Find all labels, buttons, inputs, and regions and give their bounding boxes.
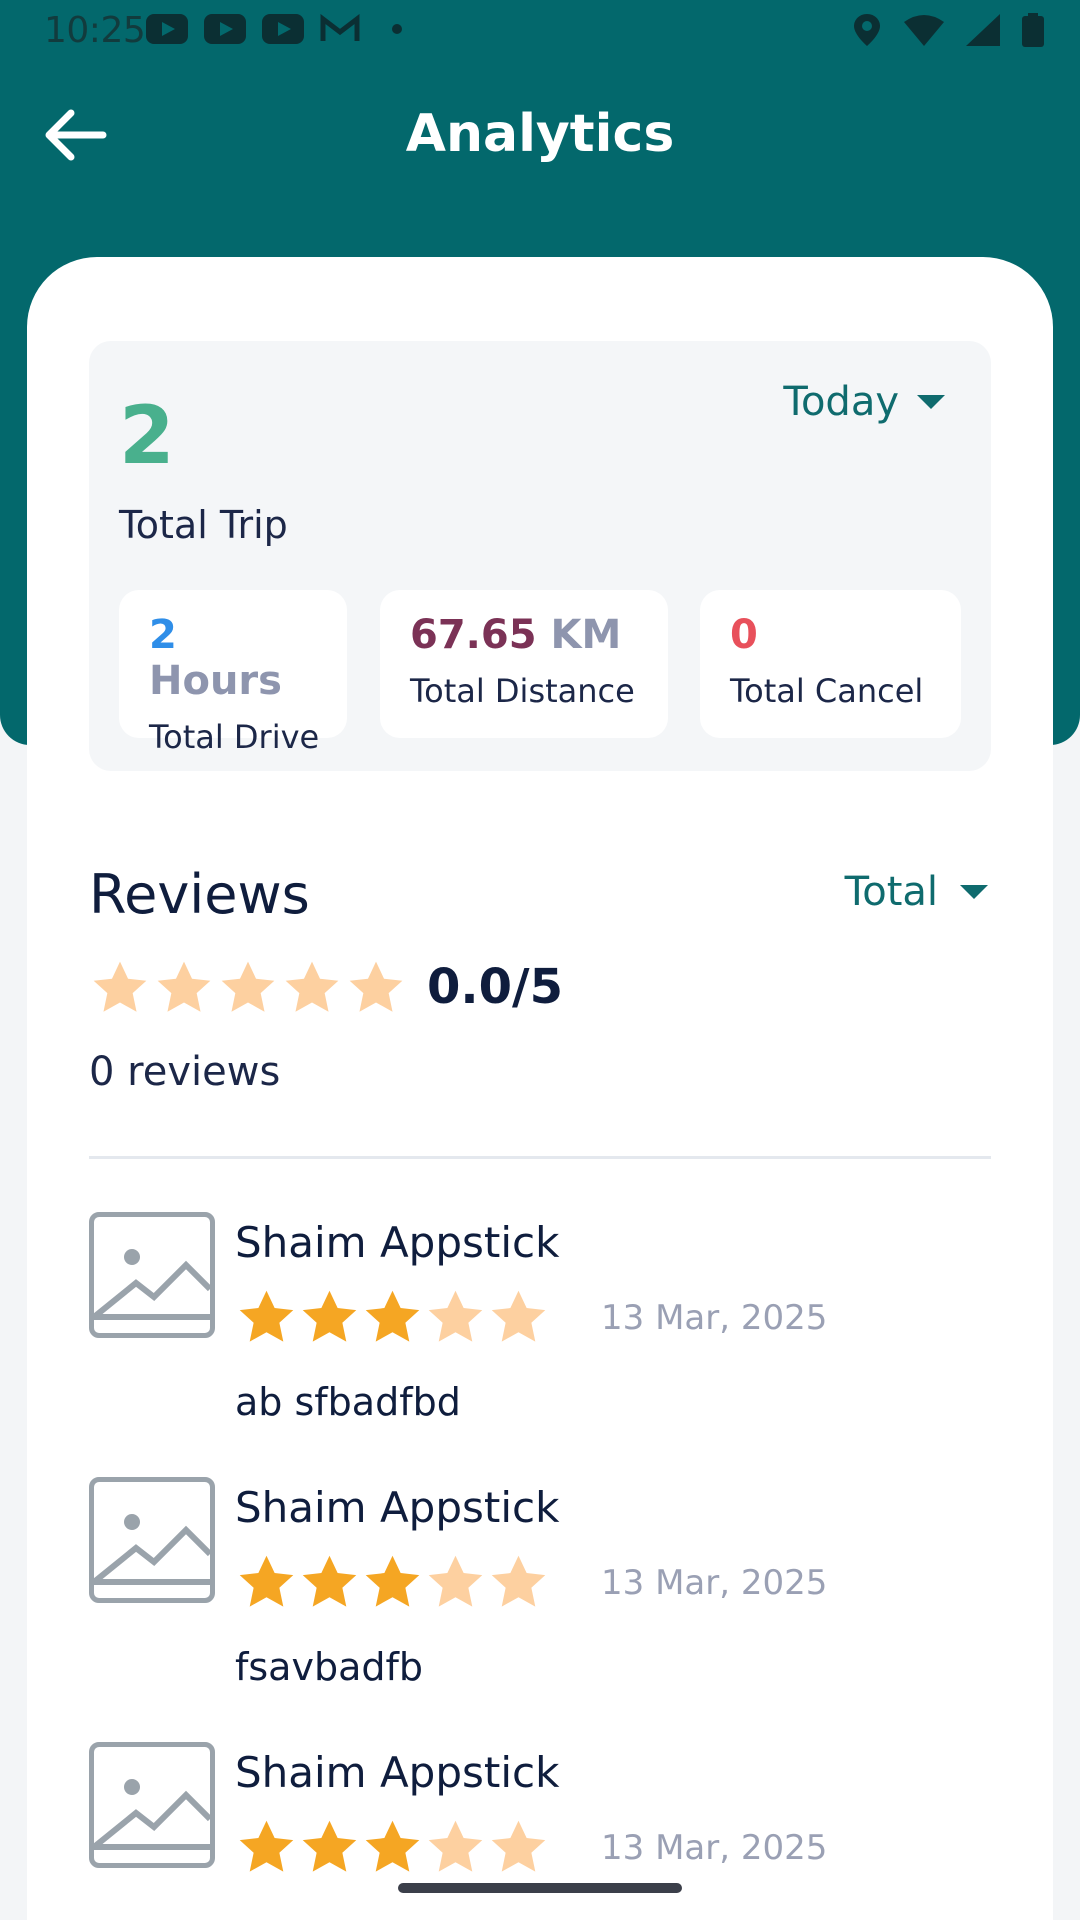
gmail-icon <box>320 14 360 41</box>
caret-down-icon <box>960 885 988 899</box>
status-notification-icons <box>146 14 402 44</box>
reviews-filter-value: Total <box>844 869 938 915</box>
total-cancel-stat: 0 Total Cancel <box>700 590 961 738</box>
review-date: 13 Mar, 2025 <box>601 1298 828 1338</box>
star-filled-icon <box>239 1820 294 1872</box>
youtube-icon <box>262 14 304 44</box>
review-text: ab sfbadfbd <box>235 1380 461 1424</box>
star-empty-icon <box>221 961 275 1012</box>
review-date: 13 Mar, 2025 <box>601 1563 828 1603</box>
overall-rating-stars <box>89 957 407 1019</box>
star-empty-icon <box>491 1290 546 1342</box>
star-empty-icon <box>428 1290 483 1342</box>
image-placeholder-icon <box>92 1779 213 1850</box>
star-empty-icon <box>491 1555 546 1607</box>
content-sheet: 2 Total Trip Today 2 Hours Total Drive 6… <box>27 257 1053 1920</box>
star-filled-icon <box>365 1555 420 1607</box>
total-cancel-value-row: 0 <box>730 612 931 658</box>
star-empty-icon <box>428 1555 483 1607</box>
star-filled-icon <box>302 1555 357 1607</box>
star-empty-icon <box>349 961 403 1012</box>
total-drive-value: 2 <box>149 612 177 658</box>
image-placeholder-icon <box>92 1249 213 1320</box>
star-filled-icon <box>302 1820 357 1872</box>
total-cancel-value: 0 <box>730 612 758 658</box>
wifi-icon <box>904 15 944 46</box>
total-distance-unit: KM <box>550 612 622 658</box>
overall-rating-score: 0.0/5 <box>427 959 563 1015</box>
period-dropdown-value: Today <box>783 379 899 425</box>
reviews-heading: Reviews <box>89 863 310 926</box>
total-distance-value-row: 67.65 KM <box>410 612 638 658</box>
avatar <box>89 1477 215 1603</box>
caret-down-icon <box>917 395 945 409</box>
star-empty-icon <box>428 1820 483 1872</box>
total-drive-label: Total Drive <box>149 718 320 756</box>
status-system-icons <box>852 12 1044 48</box>
star-empty-icon <box>491 1820 546 1872</box>
star-empty-icon <box>93 961 147 1012</box>
status-bar: 10:25 <box>0 0 1080 62</box>
youtube-icon <box>146 14 188 44</box>
star-filled-icon <box>365 1290 420 1342</box>
period-dropdown[interactable]: Today <box>783 379 945 425</box>
star-empty-icon <box>285 961 339 1012</box>
total-distance-stat: 67.65 KM Total Distance <box>380 590 668 738</box>
reviewer-name: Shaim Appstick <box>235 1748 560 1797</box>
star-filled-icon <box>239 1290 294 1342</box>
battery-icon <box>1022 13 1044 47</box>
star-filled-icon <box>365 1820 420 1872</box>
home-indicator[interactable] <box>398 1883 682 1893</box>
review-date: 13 Mar, 2025 <box>601 1828 828 1868</box>
reviewer-name: Shaim Appstick <box>235 1218 560 1267</box>
avatar <box>89 1742 215 1868</box>
star-filled-icon <box>239 1555 294 1607</box>
review-rating-stars <box>235 1816 550 1879</box>
total-trip-count: 2 <box>119 389 175 482</box>
divider <box>89 1156 991 1159</box>
total-distance-label: Total Distance <box>410 672 635 710</box>
reviews-filter-dropdown[interactable]: Total <box>845 869 988 915</box>
avatar <box>89 1212 215 1338</box>
review-rating-stars <box>235 1286 550 1349</box>
app-bar: Analytics <box>0 90 1080 180</box>
total-drive-unit: Hours <box>149 658 282 704</box>
youtube-icon <box>204 14 246 44</box>
total-trip-label: Total Trip <box>119 503 288 547</box>
status-time: 10:25 <box>44 10 146 51</box>
total-cancel-label: Total Cancel <box>730 672 924 710</box>
total-drive-stat: 2 Hours Total Drive <box>119 590 347 756</box>
total-drive-value-row: 2 Hours <box>149 612 317 704</box>
review-item: Shaim Appstick 13 Mar, 2025 <box>89 1742 991 1920</box>
location-icon <box>854 14 880 46</box>
review-item: Shaim Appstick 13 Mar, 2025 ab sfbadfbd <box>89 1212 991 1452</box>
review-text: fsavbadfb <box>235 1645 423 1689</box>
review-count: 0 reviews <box>89 1049 281 1095</box>
reviewer-name: Shaim Appstick <box>235 1483 560 1532</box>
page-title: Analytics <box>405 104 675 164</box>
total-distance-value: 67.65 <box>410 612 537 658</box>
review-item: Shaim Appstick 13 Mar, 2025 fsavbadfb <box>89 1477 991 1717</box>
signal-icon <box>966 14 1000 46</box>
trip-summary-card: 2 Total Trip Today 2 Hours Total Drive 6… <box>89 341 991 771</box>
star-empty-icon <box>157 961 211 1012</box>
notification-dot-icon <box>392 24 402 34</box>
star-filled-icon <box>302 1290 357 1342</box>
image-placeholder-icon <box>92 1514 213 1585</box>
review-rating-stars <box>235 1551 550 1614</box>
